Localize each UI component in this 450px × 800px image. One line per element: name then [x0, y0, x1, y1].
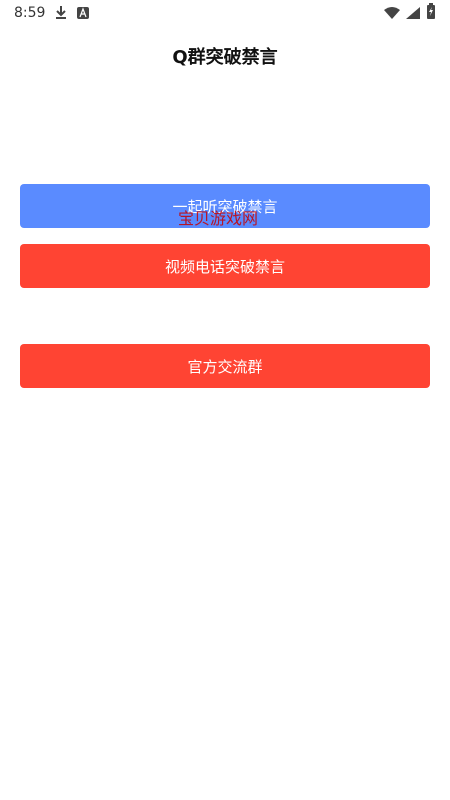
status-bar: 8:59 — [0, 0, 450, 26]
listen-together-button[interactable]: 一起听突破禁言 — [20, 184, 430, 228]
signal-icon — [406, 4, 420, 23]
status-time: 8:59 — [14, 5, 46, 21]
download-icon — [55, 4, 67, 23]
video-call-label: 视频电话突破禁言 — [164, 257, 285, 276]
listen-together-label: 一起听突破禁言 — [172, 197, 278, 216]
page-title: Q群突破禁言 — [172, 47, 278, 68]
status-left: 8:59 — [14, 4, 90, 23]
video-call-button[interactable]: 视频电话突破禁言 — [20, 244, 430, 288]
official-group-label: 官方交流群 — [187, 357, 263, 376]
official-group-button[interactable]: 官方交流群 — [20, 344, 430, 388]
a-icon — [77, 4, 90, 23]
wifi-icon — [384, 4, 400, 23]
status-right — [384, 3, 436, 23]
battery-icon — [426, 3, 436, 23]
